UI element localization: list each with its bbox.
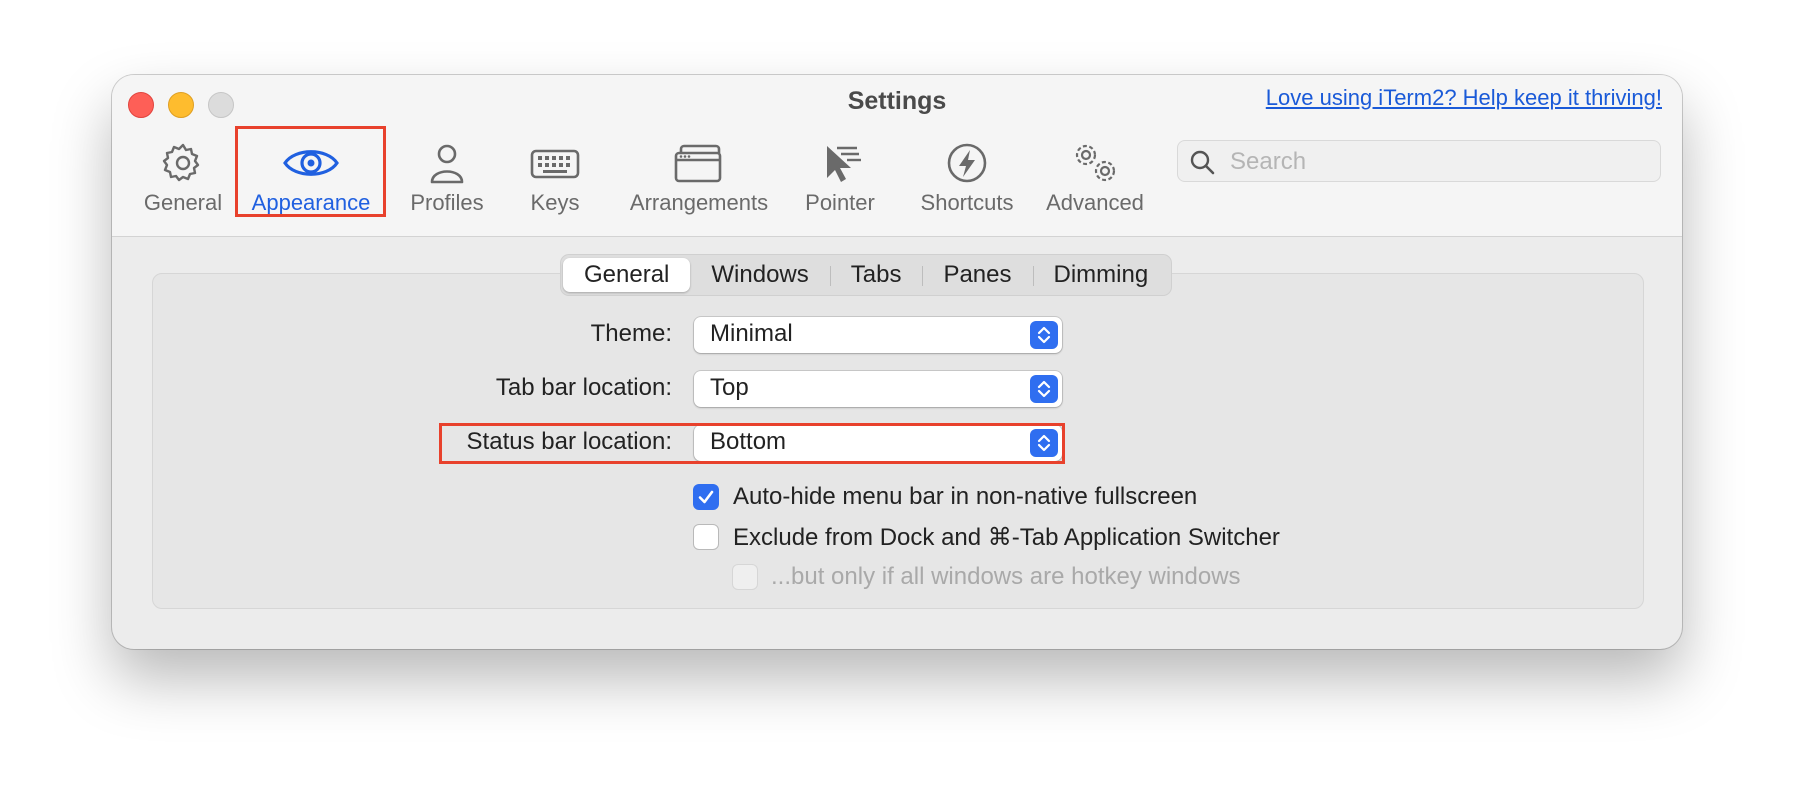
toolbar-shortcuts[interactable]: Shortcuts	[912, 140, 1022, 220]
select-arrows-icon	[1030, 375, 1058, 403]
tab-bar: General Windows Tabs Panes Dimming	[560, 254, 1173, 296]
toolbar-keys[interactable]: Keys	[520, 140, 590, 220]
tab-dimming[interactable]: Dimming	[1032, 258, 1170, 292]
search-field[interactable]	[1177, 140, 1661, 182]
toolbar-profiles[interactable]: Profiles	[404, 140, 490, 220]
hotkey-only-checkbox	[732, 564, 758, 590]
tabbar-location-value: Top	[710, 374, 749, 401]
tabbar-location-label: Tab bar location:	[495, 374, 672, 401]
toolbar-advanced[interactable]: Advanced	[1040, 140, 1150, 220]
tab-panes[interactable]: Panes	[922, 258, 1032, 292]
appearance-highlight-box	[235, 126, 386, 217]
toolbar-label: Keys	[530, 190, 580, 215]
select-arrows-icon	[1030, 321, 1058, 349]
statusbar-highlight-box	[439, 423, 1065, 464]
toolbar-label: General	[143, 190, 223, 215]
theme-label: Theme:	[590, 320, 672, 347]
toolbar-pointer[interactable]: Pointer	[800, 140, 880, 220]
tabbar-location-select[interactable]: Top	[694, 371, 1062, 407]
gear-icon	[162, 143, 200, 182]
toolbar-label: Advanced	[1046, 190, 1144, 215]
search-icon	[1190, 150, 1215, 175]
toolbar-arrangements[interactable]: Arrangements	[624, 140, 774, 220]
checkmark-icon	[698, 490, 714, 504]
toolbar-label: Shortcuts	[920, 190, 1014, 215]
tab-tabs[interactable]: Tabs	[829, 258, 923, 292]
autohide-label: Auto-hide menu bar in non-native fullscr…	[733, 483, 1198, 510]
lightning-icon	[947, 143, 987, 183]
person-icon	[430, 144, 464, 184]
tab-windows[interactable]: Windows	[690, 258, 829, 292]
search-input[interactable]	[1228, 145, 1652, 179]
theme-select[interactable]: Minimal	[694, 317, 1062, 353]
pointer-icon	[827, 146, 861, 182]
titlebar: Settings Love using iTerm2? Help keep it…	[112, 75, 1682, 237]
donate-link[interactable]: Love using iTerm2? Help keep it thriving…	[1266, 85, 1662, 111]
toolbar-general[interactable]: General	[140, 140, 226, 220]
toolbar-label: Arrangements	[629, 190, 769, 215]
gears-icon	[1075, 144, 1116, 182]
windows-icon	[674, 144, 722, 183]
settings-window: Settings Love using iTerm2? Help keep it…	[112, 75, 1682, 649]
toolbar-label: Profiles	[410, 190, 484, 215]
autohide-checkbox[interactable]	[693, 484, 719, 510]
exclude-dock-label: Exclude from Dock and ⌘-Tab Application …	[733, 524, 1280, 551]
hotkey-only-label: ...but only if all windows are hotkey wi…	[771, 563, 1241, 590]
tab-general[interactable]: General	[563, 258, 691, 292]
theme-value: Minimal	[710, 320, 793, 347]
keyboard-icon	[530, 149, 580, 179]
toolbar-label: Pointer	[805, 190, 875, 215]
exclude-dock-checkbox[interactable]	[693, 524, 719, 550]
